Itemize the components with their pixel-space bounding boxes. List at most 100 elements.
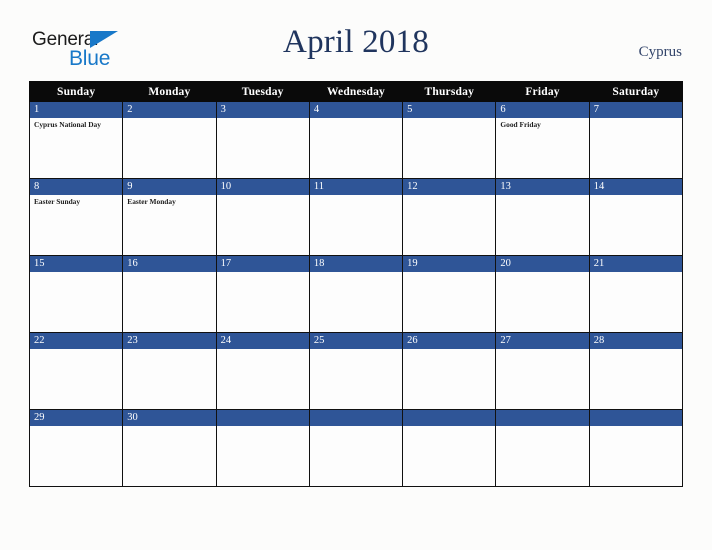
day-number: 16 <box>123 256 216 272</box>
day-box: 2 <box>123 102 216 178</box>
calendar-day-cell[interactable] <box>588 409 684 487</box>
weekday-header-wednesday: Wednesday <box>308 81 404 102</box>
day-events <box>403 195 495 197</box>
calendar-day-cell[interactable]: 14 <box>588 178 684 256</box>
day-box: 23 <box>123 333 216 409</box>
day-number: 28 <box>589 333 682 349</box>
day-box: 26 <box>403 333 496 409</box>
calendar-day-cell[interactable]: 22 <box>28 332 124 410</box>
day-box: 14 <box>589 179 682 255</box>
day-box: 18 <box>309 256 403 332</box>
day-events <box>403 349 495 351</box>
calendar-day-cell[interactable]: 25 <box>308 332 404 410</box>
calendar-day-cell[interactable]: 10 <box>215 178 310 256</box>
calendar-day-cell[interactable]: 30 <box>122 409 217 487</box>
country-label: Cyprus <box>638 44 682 60</box>
day-number: 19 <box>403 256 496 272</box>
calendar-day-cell[interactable]: 24 <box>215 332 310 410</box>
calendar-day-cell[interactable]: 16 <box>122 255 217 333</box>
calendar-day-cell[interactable]: 15 <box>28 255 124 333</box>
calendar-day-cell[interactable]: 2 <box>122 101 217 179</box>
calendar-day-cell[interactable]: 20 <box>495 255 590 333</box>
day-box: 15 <box>30 256 123 332</box>
day-events: Cyprus National Day <box>30 118 122 129</box>
day-box <box>309 410 403 486</box>
calendar-day-cell[interactable]: 5 <box>402 101 497 179</box>
day-number: 8 <box>30 179 123 195</box>
calendar-day-cell[interactable]: 6 Good Friday <box>495 101 590 179</box>
holiday-event: Good Friday <box>500 120 541 129</box>
calendar-day-cell[interactable] <box>402 409 497 487</box>
calendar-day-cell[interactable]: 4 <box>308 101 404 179</box>
day-number <box>309 410 403 426</box>
day-number: 30 <box>123 410 216 426</box>
day-number: 29 <box>30 410 123 426</box>
day-number: 5 <box>403 102 496 118</box>
day-number: 22 <box>30 333 123 349</box>
calendar-day-cell[interactable]: 12 <box>402 178 497 256</box>
calendar-week-row: 8 Easter Sunday 9 Easter Monday 10 11 12 13 14 <box>28 178 684 256</box>
calendar-day-cell[interactable]: 19 <box>402 255 497 333</box>
calendar-day-cell[interactable]: 26 <box>402 332 497 410</box>
day-events: Good Friday <box>496 118 588 129</box>
day-events <box>403 272 495 274</box>
calendar-body: 1 Cyprus National Day 2 3 4 5 6 Good Friday 7 8 Ea… <box>28 101 684 487</box>
day-events <box>496 272 588 274</box>
day-number: 25 <box>309 333 403 349</box>
day-box <box>216 410 309 486</box>
day-number <box>403 410 496 426</box>
weekday-header-thursday: Thursday <box>402 81 497 102</box>
calendar-day-cell[interactable] <box>495 409 590 487</box>
day-number: 18 <box>309 256 403 272</box>
day-number: 27 <box>496 333 589 349</box>
calendar-week-row: 1 Cyprus National Day 2 3 4 5 6 Good Friday 7 <box>28 101 684 179</box>
calendar-week-row: 22 23 24 25 26 27 28 <box>28 332 684 410</box>
day-number <box>496 410 589 426</box>
day-box: 12 <box>403 179 496 255</box>
day-box: 3 <box>216 102 309 178</box>
day-number: 1 <box>30 102 123 118</box>
day-number: 14 <box>589 179 682 195</box>
page-title: April 2018 <box>283 24 429 60</box>
day-number: 17 <box>216 256 309 272</box>
calendar-day-cell[interactable]: 11 <box>308 178 404 256</box>
day-events <box>123 349 215 351</box>
day-box: 11 <box>309 179 403 255</box>
calendar-day-cell[interactable]: 23 <box>122 332 217 410</box>
day-events <box>217 426 309 428</box>
calendar-day-cell[interactable]: 18 <box>308 255 404 333</box>
page-header: General Blue April 2018 Cyprus <box>0 0 712 80</box>
calendar-day-cell[interactable] <box>215 409 310 487</box>
day-events <box>403 426 495 428</box>
calendar-day-cell[interactable]: 3 <box>215 101 310 179</box>
calendar-day-cell[interactable]: 29 <box>28 409 124 487</box>
day-box: 1 Cyprus National Day <box>30 102 123 178</box>
day-events <box>123 272 215 274</box>
day-number: 13 <box>496 179 589 195</box>
day-box: 28 <box>589 333 682 409</box>
day-events <box>590 272 682 274</box>
day-box: 30 <box>123 410 216 486</box>
calendar-day-cell[interactable]: 21 <box>588 255 684 333</box>
day-box: 6 Good Friday <box>496 102 589 178</box>
calendar-day-cell[interactable]: 9 Easter Monday <box>122 178 217 256</box>
day-number <box>589 410 682 426</box>
day-events <box>496 349 588 351</box>
calendar-day-cell[interactable]: 1 Cyprus National Day <box>28 101 124 179</box>
calendar-day-cell[interactable]: 8 Easter Sunday <box>28 178 124 256</box>
day-box: 21 <box>589 256 682 332</box>
day-events: Easter Monday <box>123 195 215 206</box>
calendar-day-cell[interactable]: 7 <box>588 101 684 179</box>
calendar-day-cell[interactable]: 13 <box>495 178 590 256</box>
calendar-page: General Blue April 2018 Cyprus Sunday Mo… <box>0 0 712 550</box>
holiday-event: Cyprus National Day <box>34 120 101 129</box>
day-box: 10 <box>216 179 309 255</box>
calendar-day-cell[interactable]: 28 <box>588 332 684 410</box>
weekday-header-monday: Monday <box>122 81 217 102</box>
day-number: 11 <box>309 179 403 195</box>
day-events <box>217 272 309 274</box>
calendar-day-cell[interactable] <box>308 409 404 487</box>
calendar-day-cell[interactable]: 27 <box>495 332 590 410</box>
calendar-day-cell[interactable]: 17 <box>215 255 310 333</box>
day-number: 7 <box>589 102 682 118</box>
